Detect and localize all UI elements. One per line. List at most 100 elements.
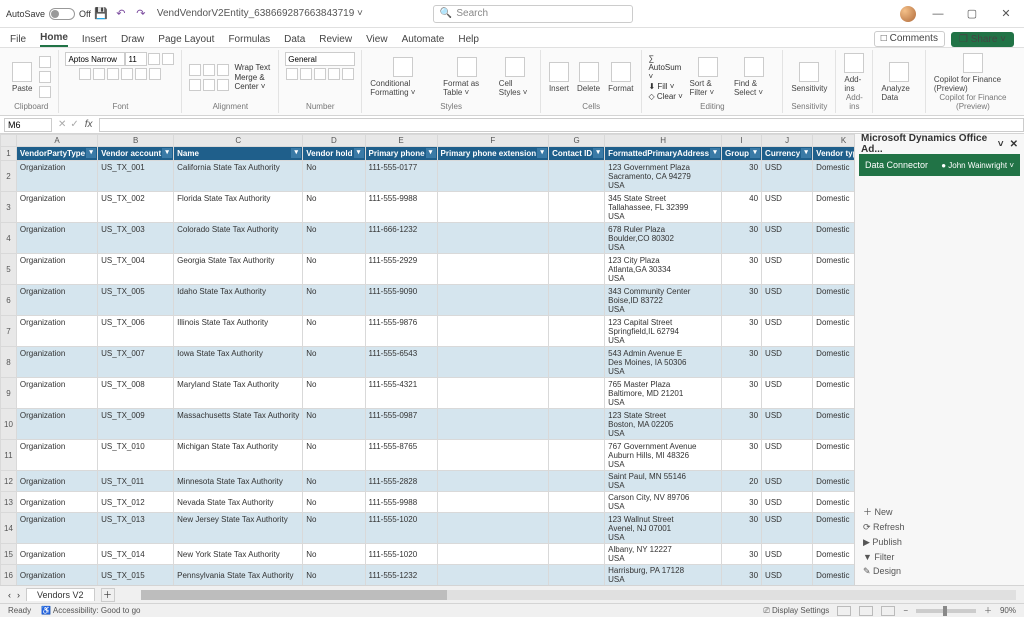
table-column-header[interactable]: Currency▾	[762, 147, 813, 161]
view-pagebreak-icon[interactable]	[881, 606, 895, 616]
table-column-header[interactable]: Vendor account▾	[98, 147, 174, 161]
pane-user[interactable]: ● John Wainwright ˅	[941, 161, 1014, 170]
table-column-header[interactable]: Contact ID▾	[549, 147, 605, 161]
fill-color-icon[interactable]	[135, 68, 147, 80]
table-column-header[interactable]: Vendor type▾	[813, 147, 854, 161]
zoom-level[interactable]: 90%	[1000, 606, 1016, 615]
table-column-header[interactable]: VendorPartyType▾	[16, 147, 97, 161]
minimize-button[interactable]: —	[926, 8, 950, 20]
table-row[interactable]: 15OrganizationUS_TX_014New York State Ta…	[1, 544, 855, 565]
accessibility-status[interactable]: ♿ Accessibility: Good to go	[41, 606, 140, 615]
tab-formulas[interactable]: Formulas	[228, 34, 270, 47]
tab-draw[interactable]: Draw	[121, 34, 144, 47]
column-header[interactable]: C	[174, 135, 303, 147]
row-header[interactable]: 6	[1, 285, 17, 316]
format-as-table-button[interactable]: Format as Table ˅	[441, 57, 493, 97]
filter-icon[interactable]: ▾	[426, 148, 436, 158]
table-row[interactable]: 2OrganizationUS_TX_001California State T…	[1, 161, 855, 192]
maximize-button[interactable]: ▢	[960, 7, 984, 20]
pane-close-icon[interactable]: ✕	[1010, 139, 1018, 150]
row-header[interactable]: 4	[1, 223, 17, 254]
search-input[interactable]: 🔍 Search	[433, 5, 633, 23]
tab-review[interactable]: Review	[319, 34, 352, 47]
sensitivity-button[interactable]: Sensitivity	[789, 62, 829, 93]
table-row[interactable]: 11OrganizationUS_TX_010Michigan State Ta…	[1, 440, 855, 471]
row-header[interactable]: 14	[1, 513, 17, 544]
sheet-nav-next-icon[interactable]: ›	[17, 590, 20, 600]
table-column-header[interactable]: Name▾	[174, 147, 303, 161]
tab-home[interactable]: Home	[40, 32, 68, 47]
cancel-formula-icon[interactable]: ✕	[58, 119, 66, 130]
filter-icon[interactable]: ▾	[750, 148, 760, 158]
filter-icon[interactable]: ▾	[86, 148, 96, 158]
row-header[interactable]: 7	[1, 316, 17, 347]
row-header[interactable]: 5	[1, 254, 17, 285]
tab-insert[interactable]: Insert	[82, 34, 107, 47]
table-row[interactable]: 12OrganizationUS_TX_011Minnesota State T…	[1, 471, 855, 492]
pane-refresh-button[interactable]: ⟳ Refresh	[863, 522, 1016, 533]
add-sheet-button[interactable]: ＋	[101, 588, 115, 602]
close-button[interactable]: ✕	[994, 7, 1018, 20]
row-header[interactable]: 16	[1, 565, 17, 586]
filter-icon[interactable]: ▾	[354, 148, 364, 158]
redo-icon[interactable]: ↷	[134, 7, 148, 21]
find-select-button[interactable]: Find & Select ˅	[732, 57, 776, 97]
table-row[interactable]: 5OrganizationUS_TX_004Georgia State Tax …	[1, 254, 855, 285]
column-header[interactable]: E	[365, 135, 437, 147]
underline-icon[interactable]	[107, 68, 119, 80]
bold-icon[interactable]	[79, 68, 91, 80]
table-row[interactable]: 6OrganizationUS_TX_005Idaho State Tax Au…	[1, 285, 855, 316]
paste-button[interactable]: Paste	[10, 62, 34, 93]
table-column-header[interactable]: Primary phone extension▾	[437, 147, 549, 161]
column-header[interactable]: A	[16, 135, 97, 147]
tab-help[interactable]: Help	[458, 34, 479, 47]
table-column-header[interactable]: Primary phone▾	[365, 147, 437, 161]
comments-button[interactable]: □ Comments	[874, 31, 945, 47]
row-header[interactable]: 13	[1, 492, 17, 513]
display-settings[interactable]: ⎚ Display Settings	[763, 606, 829, 616]
font-name-select[interactable]	[65, 52, 125, 66]
cut-icon[interactable]	[39, 56, 51, 68]
table-column-header[interactable]: Group▾	[722, 147, 762, 161]
align-top-icon[interactable]	[189, 64, 201, 76]
align-mid-icon[interactable]	[203, 64, 215, 76]
align-left-icon[interactable]	[189, 79, 201, 91]
inc-decimal-icon[interactable]	[328, 68, 340, 80]
filter-icon[interactable]: ▾	[291, 148, 301, 158]
row-header[interactable]: 10	[1, 409, 17, 440]
pane-design-button[interactable]: ✎ Design	[863, 566, 1016, 577]
row-header[interactable]: 8	[1, 347, 17, 378]
undo-icon[interactable]: ↶	[114, 7, 128, 21]
table-row[interactable]: 3OrganizationUS_TX_002Florida State Tax …	[1, 192, 855, 223]
table-row[interactable]: 13OrganizationUS_TX_012Nevada State Tax …	[1, 492, 855, 513]
table-row[interactable]: 7OrganizationUS_TX_006Illinois State Tax…	[1, 316, 855, 347]
table-row[interactable]: 4OrganizationUS_TX_003Colorado State Tax…	[1, 223, 855, 254]
filter-icon[interactable]: ▾	[162, 148, 172, 158]
filename[interactable]: VendVendorV2Entity_638669287663843719 ˅	[157, 8, 363, 19]
column-header[interactable]: D	[303, 135, 365, 147]
autosum-button[interactable]: ∑ AutoSum ˅	[648, 54, 683, 81]
tab-data[interactable]: Data	[284, 34, 305, 47]
view-normal-icon[interactable]	[837, 606, 851, 616]
filter-icon[interactable]: ▾	[537, 148, 547, 158]
table-row[interactable]: 16OrganizationUS_TX_015Pennsylvania Stat…	[1, 565, 855, 586]
align-center-icon[interactable]	[203, 79, 215, 91]
wrap-text-button[interactable]: Wrap Text	[234, 63, 272, 72]
decrease-font-icon[interactable]	[162, 53, 174, 65]
format-cells-button[interactable]: Format	[606, 62, 635, 93]
delete-cells-button[interactable]: Delete	[575, 62, 602, 93]
table-row[interactable]: 8OrganizationUS_TX_007Iowa State Tax Aut…	[1, 347, 855, 378]
row-header[interactable]: 12	[1, 471, 17, 492]
table-column-header[interactable]: Vendor hold▾	[303, 147, 365, 161]
user-avatar[interactable]	[900, 6, 916, 22]
zoom-out-icon[interactable]: −	[903, 606, 908, 615]
column-header[interactable]: J	[762, 135, 813, 147]
table-row[interactable]: 10OrganizationUS_TX_009Massachusetts Sta…	[1, 409, 855, 440]
pane-new-button[interactable]: ＋ New	[863, 505, 1016, 518]
merge-center-button[interactable]: Merge & Center ˅	[234, 73, 272, 91]
column-header[interactable]: H	[605, 135, 722, 147]
sort-filter-button[interactable]: Sort & Filter ˅	[688, 57, 728, 97]
table-row[interactable]: 14OrganizationUS_TX_013New Jersey State …	[1, 513, 855, 544]
number-format-select[interactable]	[285, 52, 355, 66]
clear-button[interactable]: ◇ Clear ˅	[648, 92, 683, 101]
